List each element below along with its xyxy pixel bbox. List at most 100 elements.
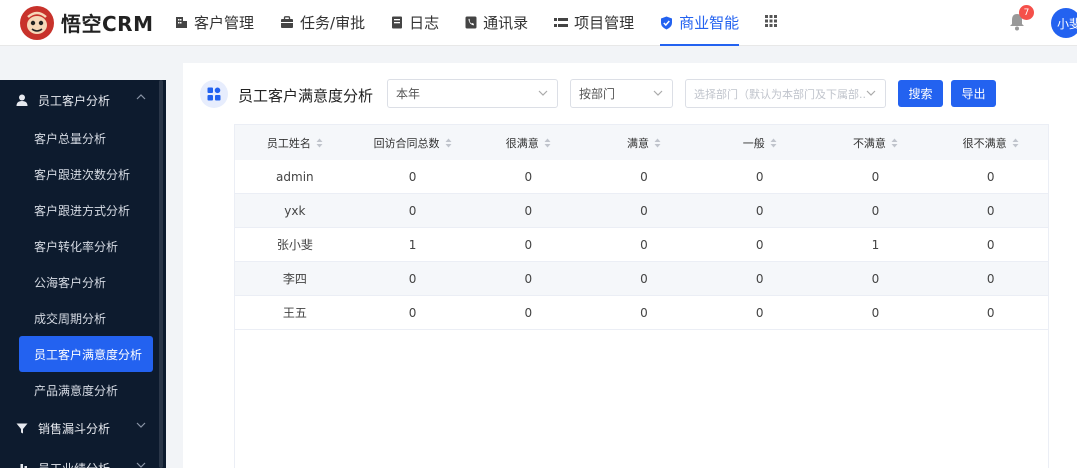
nav-contacts[interactable]: 通讯录 bbox=[465, 0, 528, 46]
notification-badge: 7 bbox=[1019, 5, 1034, 20]
table-cell: 0 bbox=[871, 271, 880, 286]
table-cell: 0 bbox=[524, 271, 533, 286]
scope-select[interactable]: 按部门 bbox=[570, 79, 673, 108]
table-cell: 李四 bbox=[282, 272, 307, 286]
nav-label: 客户管理 bbox=[194, 14, 255, 32]
column-header-label: 很满意 bbox=[505, 136, 539, 150]
nav-label: 任务/审批 bbox=[300, 14, 366, 32]
sort-icon[interactable] bbox=[891, 138, 898, 148]
table-cell: 0 bbox=[755, 169, 764, 184]
user-avatar[interactable]: 小斐 bbox=[1051, 8, 1077, 38]
nav-label: 商业智能 bbox=[679, 14, 740, 32]
table-cell: 0 bbox=[408, 305, 417, 320]
table-cell: 0 bbox=[640, 271, 648, 286]
apps-grid-button[interactable] bbox=[765, 0, 778, 46]
analytics-icon bbox=[200, 80, 228, 108]
table-cell: 0 bbox=[640, 305, 648, 320]
sidebar-item-employee-satisfaction[interactable]: 员工客户满意度分析 bbox=[19, 336, 153, 372]
table-cell: 0 bbox=[755, 203, 764, 218]
col-dissatisfied[interactable]: 不满意 bbox=[818, 125, 934, 160]
table-row[interactable]: 李四 0 0 0 0 0 0 bbox=[235, 262, 1048, 296]
table-header: 员工姓名 回访合同总数 很满意 满意 一般 不满意 很不满意 bbox=[235, 125, 1048, 160]
department-select[interactable]: 选择部门（默认为本部门及下属部... bbox=[685, 79, 886, 108]
nav-tasks-approval[interactable]: 任务/审批 bbox=[280, 0, 365, 46]
nav-project-management[interactable]: 项目管理 bbox=[554, 0, 634, 46]
table-cell: 0 bbox=[755, 305, 764, 320]
sidebar-group-employee-customer[interactable]: 员工客户分析 bbox=[0, 80, 166, 120]
table-cell: 0 bbox=[524, 305, 533, 320]
table-cell: 0 bbox=[408, 271, 417, 286]
sort-icon[interactable] bbox=[770, 138, 777, 148]
table-cell: 0 bbox=[640, 237, 648, 252]
col-neutral[interactable]: 一般 bbox=[702, 125, 818, 160]
table-cell: admin bbox=[276, 169, 314, 184]
table-cell: 0 bbox=[986, 169, 995, 184]
table-cell: 0 bbox=[524, 203, 533, 218]
sort-icon[interactable] bbox=[445, 138, 452, 148]
period-select[interactable]: 本年 bbox=[387, 79, 558, 108]
sort-icon[interactable] bbox=[654, 138, 661, 148]
column-header-label: 满意 bbox=[627, 136, 649, 150]
page-title: 员工客户满意度分析 bbox=[238, 87, 374, 105]
table-cell: 0 bbox=[871, 169, 880, 184]
sidebar-group-employee-performance[interactable]: 员工业绩分析 bbox=[0, 448, 166, 468]
grid-icon bbox=[765, 14, 778, 31]
table-cell: 王五 bbox=[282, 306, 307, 320]
sort-icon[interactable] bbox=[544, 138, 551, 148]
sidebar-group-label: 员工业绩分析 bbox=[38, 460, 110, 468]
table-cell: 0 bbox=[871, 305, 880, 320]
col-visit-contracts[interactable]: 回访合同总数 bbox=[355, 125, 471, 160]
monkey-logo-icon bbox=[20, 5, 54, 40]
sidebar-group-sales-funnel[interactable]: 销售漏斗分析 bbox=[0, 408, 166, 448]
table-cell: 0 bbox=[986, 305, 995, 320]
table-cell: 0 bbox=[640, 169, 648, 184]
sort-icon[interactable] bbox=[316, 138, 323, 148]
sidebar-item-public-pool[interactable]: 公海客户分析 bbox=[19, 264, 153, 300]
table-row[interactable]: 张小斐 1 0 0 0 1 0 bbox=[235, 228, 1048, 262]
sidebar-item-customer-total[interactable]: 客户总量分析 bbox=[19, 120, 153, 156]
funnel-icon bbox=[16, 423, 28, 434]
export-button[interactable]: 导出 bbox=[951, 80, 996, 107]
chevron-down-icon bbox=[866, 90, 876, 96]
sidebar-item-follow-up-method[interactable]: 客户跟进方式分析 bbox=[19, 192, 153, 228]
nav-log[interactable]: 日志 bbox=[391, 0, 439, 46]
col-very-dissatisfied[interactable]: 很不满意 bbox=[933, 125, 1048, 160]
table-cell: 0 bbox=[986, 271, 995, 286]
table-cell: 0 bbox=[871, 203, 880, 218]
nav-business-intelligence[interactable]: 商业智能 bbox=[660, 0, 740, 46]
sort-icon[interactable] bbox=[1012, 138, 1019, 148]
main-panel: 员工客户满意度分析 本年 按部门 选择部门（默认为本部门及下属部... 搜索 导… bbox=[183, 63, 1077, 468]
sidebar: 员工客户分析 客户总量分析 客户跟进次数分析 客户跟进方式分析 客户转化率分析 … bbox=[0, 80, 166, 468]
sidebar-item-deal-cycle[interactable]: 成交周期分析 bbox=[19, 300, 153, 336]
nav-customer-management[interactable]: 客户管理 bbox=[175, 0, 254, 46]
col-satisfied[interactable]: 满意 bbox=[586, 125, 702, 160]
table-cell: 0 bbox=[524, 169, 533, 184]
department-select-placeholder: 选择部门（默认为本部门及下属部... bbox=[694, 87, 866, 101]
table-row[interactable]: admin 0 0 0 0 0 0 bbox=[235, 160, 1048, 194]
brand-logo[interactable]: 悟空CRM bbox=[20, 5, 175, 40]
table-row[interactable]: 王五 0 0 0 0 0 0 bbox=[235, 296, 1048, 330]
table-cell: 0 bbox=[986, 237, 995, 252]
column-header-label: 不满意 bbox=[852, 136, 886, 150]
user-icon bbox=[16, 94, 28, 106]
chevron-down-icon bbox=[538, 90, 548, 96]
sidebar-item-conversion-rate[interactable]: 客户转化率分析 bbox=[19, 228, 153, 264]
table-row[interactable]: yxk 0 0 0 0 0 0 bbox=[235, 194, 1048, 228]
col-employee-name[interactable]: 员工姓名 bbox=[235, 125, 355, 160]
scope-select-value: 按部门 bbox=[579, 87, 616, 101]
table-cell: 张小斐 bbox=[276, 238, 313, 252]
bar-chart-icon bbox=[16, 463, 28, 468]
search-button[interactable]: 搜索 bbox=[898, 80, 943, 107]
chevron-down-icon bbox=[136, 462, 146, 468]
column-header-label: 员工姓名 bbox=[266, 136, 311, 150]
chevron-down-icon bbox=[653, 90, 663, 96]
table-cell: 0 bbox=[524, 237, 533, 252]
sidebar-item-product-satisfaction[interactable]: 产品满意度分析 bbox=[19, 372, 153, 408]
col-very-satisfied[interactable]: 很满意 bbox=[470, 125, 586, 160]
table-cell: 0 bbox=[986, 203, 995, 218]
period-select-value: 本年 bbox=[396, 87, 421, 101]
chevron-down-icon bbox=[136, 422, 146, 428]
sidebar-item-follow-up-count[interactable]: 客户跟进次数分析 bbox=[19, 156, 153, 192]
brand-name: 悟空CRM bbox=[61, 12, 154, 36]
nav-label: 日志 bbox=[409, 14, 440, 32]
